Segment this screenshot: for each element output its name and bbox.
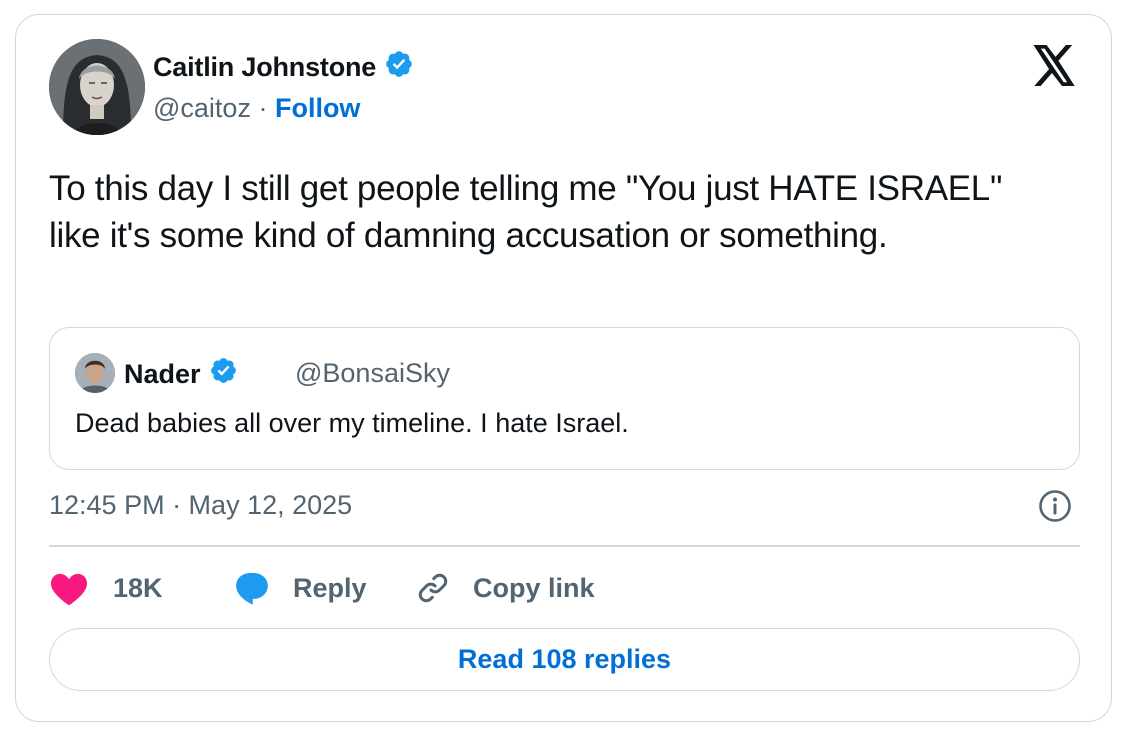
tweet-timestamp[interactable]: 12:45 PM · May 12, 2025 bbox=[49, 490, 352, 521]
quoted-author-avatar[interactable] bbox=[75, 353, 115, 393]
handle-separator: · bbox=[250, 93, 275, 123]
like-count: 18K bbox=[113, 572, 163, 603]
heart-icon bbox=[49, 570, 89, 606]
quoted-tweet[interactable]: Nader @BonsaiSky Dead babies all over my… bbox=[49, 327, 1080, 470]
info-icon[interactable] bbox=[1038, 489, 1072, 523]
x-logo-icon[interactable] bbox=[1031, 45, 1077, 87]
like-button[interactable]: 18K bbox=[49, 568, 163, 608]
author-name-text[interactable]: Caitlin Johnstone bbox=[153, 52, 376, 83]
author-handle[interactable]: @caitoz bbox=[153, 93, 251, 123]
action-bar: 18K Reply Copy link bbox=[49, 568, 1080, 608]
author-name[interactable]: Caitlin Johnstone bbox=[153, 49, 414, 86]
divider bbox=[49, 545, 1080, 547]
reply-button[interactable]: Reply bbox=[233, 568, 367, 608]
verified-badge-icon bbox=[209, 356, 238, 392]
read-replies-button[interactable]: Read 108 replies bbox=[49, 628, 1080, 691]
verified-badge-icon bbox=[384, 49, 414, 86]
quoted-author-name[interactable]: Nader bbox=[124, 356, 238, 392]
author-avatar[interactable] bbox=[49, 39, 145, 135]
follow-link[interactable]: Follow bbox=[275, 93, 360, 123]
tweet-card: Caitlin Johnstone @caitoz · Follow To th… bbox=[15, 14, 1112, 722]
reply-bubble-icon bbox=[233, 569, 271, 607]
read-replies-label: Read 108 replies bbox=[457, 644, 672, 674]
reply-label: Reply bbox=[293, 572, 367, 603]
tweet-text: To this day I still get people telling m… bbox=[49, 169, 1003, 255]
quoted-author-name-text[interactable]: Nader bbox=[124, 359, 201, 390]
quoted-tweet-text: Dead babies all over my timeline. I hate… bbox=[75, 408, 629, 438]
copy-link-button[interactable]: Copy link bbox=[415, 568, 595, 608]
quoted-author-handle[interactable]: @BonsaiSky bbox=[295, 358, 450, 389]
copy-link-label: Copy link bbox=[473, 572, 595, 603]
link-icon bbox=[415, 570, 451, 606]
handle-row: @caitoz · Follow bbox=[153, 93, 360, 124]
